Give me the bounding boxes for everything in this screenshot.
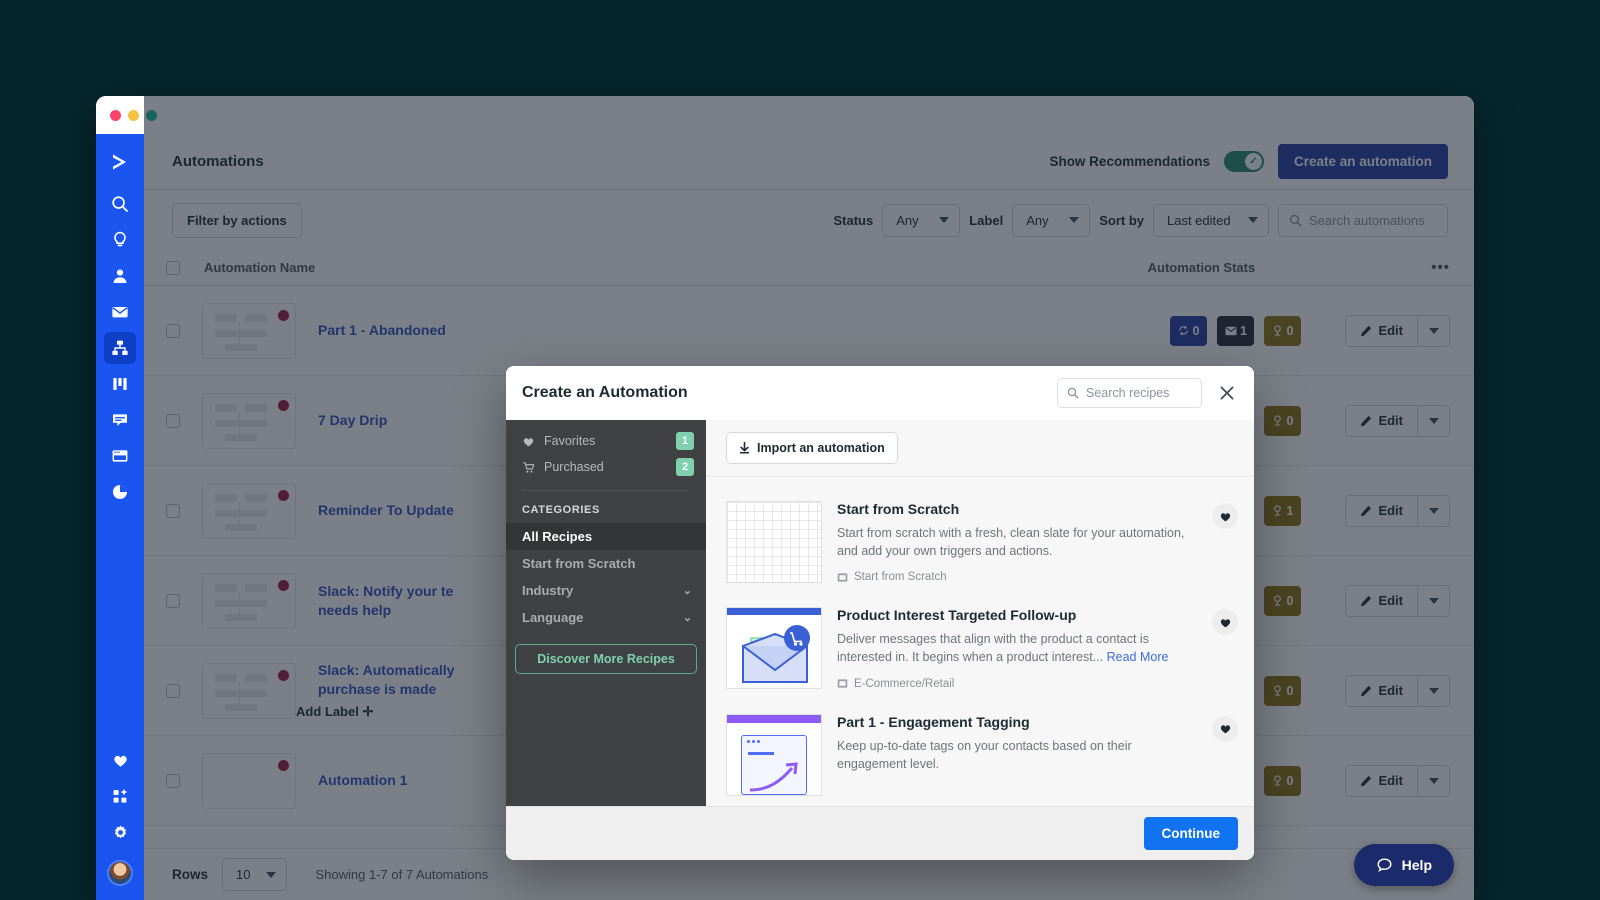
read-more-link[interactable]: Read More xyxy=(1107,650,1169,664)
categories-heading: CATEGORIES xyxy=(522,504,600,516)
category-label: Industry xyxy=(522,583,574,598)
envelope-cart-thumbnail xyxy=(727,608,821,689)
discover-more-recipes-button[interactable]: Discover More Recipes xyxy=(515,644,697,674)
recipe-description: Deliver messages that align with the pro… xyxy=(837,632,1169,665)
recipe-title: Start from Scratch xyxy=(837,501,960,517)
sidebar-item-favorites-label: Favorites xyxy=(544,434,596,448)
modal-main-panel: Import an automation Start from Scratch S… xyxy=(706,420,1254,806)
chat-bubble-icon xyxy=(1377,857,1392,872)
recipe-description: Keep up-to-date tags on your contacts ba… xyxy=(837,738,1132,771)
purchased-badge: 2 xyxy=(676,458,694,476)
gear-icon[interactable] xyxy=(104,816,136,848)
category-item-language[interactable]: Language ⌄ xyxy=(506,604,706,631)
rail-bottom-group xyxy=(96,744,144,886)
recipe-thumbnail xyxy=(726,607,822,690)
search-icon[interactable] xyxy=(104,188,136,220)
recipes-list[interactable]: Start from Scratch Start from scratch wit… xyxy=(706,477,1254,806)
download-icon xyxy=(740,442,749,454)
left-nav-rail xyxy=(96,134,144,900)
screenshot-stage: Automations Show Recommendations ✓ Creat… xyxy=(0,0,1600,900)
favorite-heart-icon[interactable] xyxy=(1212,503,1238,529)
heart-icon[interactable] xyxy=(104,744,136,776)
modal-sidebar: Favorites 1 Purchased 2 CATEGORIES All R… xyxy=(506,420,706,806)
recipe-tag-label: E-Commerce/Retail xyxy=(854,677,955,690)
pipeline-icon[interactable] xyxy=(104,368,136,400)
help-widget-button[interactable]: Help xyxy=(1353,844,1454,886)
modal-footer: Continue xyxy=(506,806,1254,860)
category-item-all-recipes[interactable]: All Recipes xyxy=(506,523,706,550)
grid-thumbnail xyxy=(727,502,821,582)
window-close-dot[interactable] xyxy=(110,109,121,121)
recipe-body: Part 1 - Engagement Tagging Keep up-to-da… xyxy=(837,714,1238,796)
sidebar-item-purchased-label: Purchased xyxy=(544,460,604,474)
purple-browser-thumbnail xyxy=(727,714,821,795)
person-icon[interactable] xyxy=(104,260,136,292)
search-recipes-input[interactable]: Search recipes xyxy=(1057,378,1202,408)
apps-plus-icon[interactable] xyxy=(104,780,136,812)
continue-button[interactable]: Continue xyxy=(1143,817,1238,850)
cart-icon xyxy=(523,461,535,473)
modal-title: Create an Automation xyxy=(522,384,688,401)
modal-body: Favorites 1 Purchased 2 CATEGORIES All R… xyxy=(506,420,1254,806)
heart-icon xyxy=(523,437,534,446)
recipe-card[interactable]: Part 1 - Engagement Tagging Keep up-to-da… xyxy=(706,701,1254,806)
sidebar-categories: All Recipes Start from Scratch Industry ⌄ La… xyxy=(506,523,706,631)
activecampaign-logo-icon[interactable] xyxy=(104,146,136,178)
chevron-down-icon: ⌄ xyxy=(682,585,692,597)
search-icon xyxy=(1067,387,1079,399)
recipe-tag-label: Start from Scratch xyxy=(854,571,947,584)
tag-icon xyxy=(837,573,848,582)
close-icon[interactable] xyxy=(1216,382,1238,404)
chat-icon[interactable] xyxy=(104,404,136,436)
chevron-down-icon: ⌄ xyxy=(682,612,692,624)
envelope-icon[interactable] xyxy=(104,296,136,328)
recipe-description: Start from scratch with a fresh, clean s… xyxy=(837,526,1185,559)
tag-icon xyxy=(837,679,848,688)
recipe-thumbnail xyxy=(726,713,822,796)
sidebar-item-automations[interactable] xyxy=(104,332,136,364)
import-bar: Import an automation xyxy=(706,420,1254,477)
pie-chart-icon[interactable] xyxy=(104,476,136,508)
favorites-badge: 1 xyxy=(676,432,694,450)
recipe-body: Product Interest Targeted Follow-up Deliv… xyxy=(837,607,1238,689)
sidebar-item-favorites[interactable]: Favorites 1 xyxy=(506,428,706,454)
favorite-heart-icon[interactable] xyxy=(1212,715,1238,742)
category-label: Language xyxy=(522,610,584,625)
recipe-title: Product Interest Targeted Follow-up xyxy=(837,607,1077,624)
recipe-tag: E-Commerce/Retail xyxy=(837,678,1194,690)
recipe-card[interactable]: Start from Scratch Start from scratch wit… xyxy=(706,489,1254,596)
modal-header: Create an Automation Search recipes xyxy=(506,366,1254,420)
category-item-start-from-scratch[interactable]: Start from Scratch xyxy=(506,550,706,577)
create-automation-modal: Create an Automation Search recipes Favo… xyxy=(506,366,1254,860)
window-minimize-dot[interactable] xyxy=(128,109,139,121)
import-an-automation-label: Import an automation xyxy=(757,441,885,455)
search-recipes-placeholder: Search recipes xyxy=(1086,386,1170,400)
help-widget-label: Help xyxy=(1401,857,1432,873)
recipe-tag: Start from Scratch xyxy=(837,571,1194,583)
category-label: Start from Scratch xyxy=(522,556,636,571)
category-label: All Recipes xyxy=(522,529,593,544)
sidebar-item-purchased[interactable]: Purchased 2 xyxy=(506,454,706,480)
browser-window: Automations Show Recommendations ✓ Creat… xyxy=(96,96,1474,900)
recipe-title: Part 1 - Engagement Tagging xyxy=(837,713,1030,730)
import-an-automation-button[interactable]: Import an automation xyxy=(726,432,898,464)
recipe-card[interactable]: Product Interest Targeted Follow-up Deliv… xyxy=(706,595,1254,702)
recipe-thumbnail xyxy=(726,501,822,583)
browser-icon[interactable] xyxy=(104,440,136,472)
category-item-industry[interactable]: Industry ⌄ xyxy=(506,577,706,604)
avatar[interactable] xyxy=(107,860,133,886)
recipe-body: Start from Scratch Start from scratch wit… xyxy=(837,501,1238,583)
lightbulb-icon[interactable] xyxy=(104,224,136,256)
